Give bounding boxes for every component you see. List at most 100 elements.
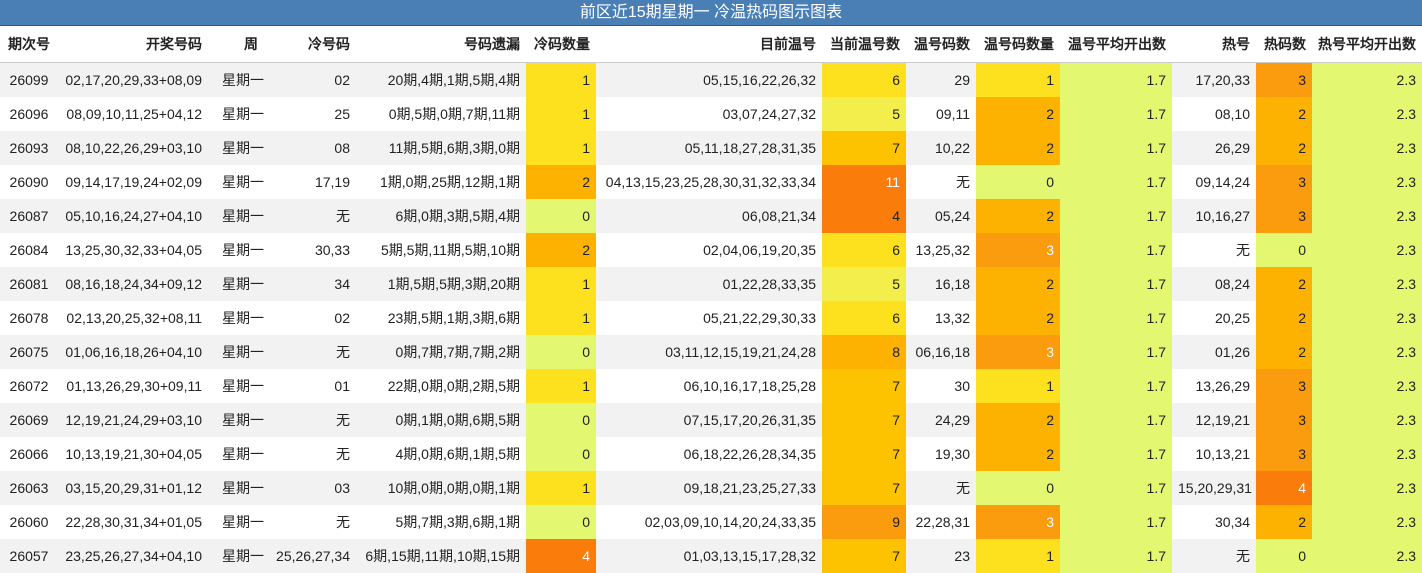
cell-hot-avg: 2.3 bbox=[1312, 539, 1422, 573]
cell-hot-numbers: 10,13,21 bbox=[1172, 437, 1256, 471]
cell-current-warm: 07,15,17,20,26,31,35 bbox=[596, 403, 822, 437]
cell-current-warm-count: 7 bbox=[822, 131, 906, 165]
header-weekday: 周 bbox=[208, 26, 264, 63]
table-row: 26081 08,16,18,24,34+09,12 星期一 34 1期,5期,5期,3… bbox=[0, 267, 1422, 301]
cell-warm-avg: 1.7 bbox=[1060, 267, 1172, 301]
cell-hot-count: 0 bbox=[1256, 233, 1312, 267]
cell-current-warm-count: 7 bbox=[822, 539, 906, 573]
cell-hot-count: 0 bbox=[1256, 539, 1312, 573]
cell-draw-numbers: 01,06,16,18,26+04,10 bbox=[58, 335, 208, 369]
cell-weekday: 星期一 bbox=[208, 369, 264, 403]
cell-hot-avg: 2.3 bbox=[1312, 505, 1422, 539]
cell-cold-count: 0 bbox=[526, 335, 596, 369]
cell-weekday: 星期一 bbox=[208, 437, 264, 471]
cell-warm-numbers: 13,25,32 bbox=[906, 233, 976, 267]
cell-current-warm-count: 6 bbox=[822, 301, 906, 335]
cell-period-no: 26084 bbox=[0, 233, 58, 267]
header-number-miss: 号码遗漏 bbox=[356, 26, 526, 63]
cell-weekday: 星期一 bbox=[208, 301, 264, 335]
cell-hot-avg: 2.3 bbox=[1312, 62, 1422, 97]
cell-draw-numbers: 02,13,20,25,32+08,11 bbox=[58, 301, 208, 335]
cell-period-no: 26060 bbox=[0, 505, 58, 539]
table-row: 26072 01,13,26,29,30+09,11 星期一 01 22期,0期,0期,… bbox=[0, 369, 1422, 403]
cell-cold-count: 1 bbox=[526, 62, 596, 97]
cell-current-warm-count: 6 bbox=[822, 233, 906, 267]
cell-warm-avg: 1.7 bbox=[1060, 471, 1172, 505]
cell-current-warm-count: 7 bbox=[822, 403, 906, 437]
cell-number-miss: 20期,4期,1期,5期,4期 bbox=[356, 62, 526, 97]
cell-warm-numbers: 29 bbox=[906, 62, 976, 97]
cell-cold-numbers: 34 bbox=[264, 267, 356, 301]
cell-hot-numbers: 20,25 bbox=[1172, 301, 1256, 335]
table-row: 26090 09,14,17,19,24+02,09 星期一 17,19 1期,0期,2… bbox=[0, 165, 1422, 199]
cell-hot-numbers: 09,14,24 bbox=[1172, 165, 1256, 199]
cell-warm-avg: 1.7 bbox=[1060, 437, 1172, 471]
cell-hot-avg: 2.3 bbox=[1312, 267, 1422, 301]
header-warm-avg: 温号平均开出数 bbox=[1060, 26, 1172, 63]
table-row: 26066 10,13,19,21,30+04,05 星期一无 4期,0期,6期,1期… bbox=[0, 437, 1422, 471]
cell-cold-numbers: 02 bbox=[264, 62, 356, 97]
cell-hot-numbers: 08,10 bbox=[1172, 97, 1256, 131]
cell-weekday: 星期一 bbox=[208, 131, 264, 165]
cell-warm-numbers: 22,28,31 bbox=[906, 505, 976, 539]
cell-cold-numbers: 无 bbox=[264, 403, 356, 437]
cell-hot-count: 2 bbox=[1256, 301, 1312, 335]
cell-current-warm: 03,11,12,15,19,21,24,28 bbox=[596, 335, 822, 369]
header-period-no: 期次号 bbox=[0, 26, 58, 63]
cell-cold-count: 2 bbox=[526, 233, 596, 267]
cell-current-warm: 06,08,21,34 bbox=[596, 199, 822, 233]
cell-warm-avg: 1.7 bbox=[1060, 403, 1172, 437]
cell-draw-numbers: 13,25,30,32,33+04,05 bbox=[58, 233, 208, 267]
header-hot-numbers: 热号 bbox=[1172, 26, 1256, 63]
table-row: 26069 12,19,21,24,29+03,10 星期一无 0期,1期,0期,6期… bbox=[0, 403, 1422, 437]
cell-number-miss: 6期,15期,11期,10期,15期 bbox=[356, 539, 526, 573]
table-body: 26099 02,17,20,29,33+08,09 星期一 02 20期,4期,1期,… bbox=[0, 62, 1422, 573]
cell-hot-count: 2 bbox=[1256, 335, 1312, 369]
header-current-warm: 目前温号 bbox=[596, 26, 822, 63]
cell-warm-numbers: 24,29 bbox=[906, 403, 976, 437]
cell-warm-numbers: 10,22 bbox=[906, 131, 976, 165]
cell-cold-numbers: 25 bbox=[264, 97, 356, 131]
cell-current-warm: 05,15,16,22,26,32 bbox=[596, 62, 822, 97]
cell-period-no: 26078 bbox=[0, 301, 58, 335]
cell-hot-avg: 2.3 bbox=[1312, 97, 1422, 131]
cell-hot-count: 2 bbox=[1256, 97, 1312, 131]
cell-weekday: 星期一 bbox=[208, 267, 264, 301]
cell-hot-numbers: 无 bbox=[1172, 539, 1256, 573]
cell-cold-count: 0 bbox=[526, 505, 596, 539]
cell-cold-numbers: 无 bbox=[264, 335, 356, 369]
cell-warm-avg: 1.7 bbox=[1060, 539, 1172, 573]
cell-period-no: 26069 bbox=[0, 403, 58, 437]
table-row: 26078 02,13,20,25,32+08,11 星期一 02 23期,5期,1期,… bbox=[0, 301, 1422, 335]
cell-hot-count: 3 bbox=[1256, 199, 1312, 233]
cell-warm-count: 1 bbox=[976, 369, 1060, 403]
cell-cold-count: 1 bbox=[526, 267, 596, 301]
cell-cold-count: 1 bbox=[526, 369, 596, 403]
cell-draw-numbers: 22,28,30,31,34+01,05 bbox=[58, 505, 208, 539]
cell-hot-avg: 2.3 bbox=[1312, 165, 1422, 199]
cell-hot-avg: 2.3 bbox=[1312, 403, 1422, 437]
cell-draw-numbers: 08,10,22,26,29+03,10 bbox=[58, 131, 208, 165]
cell-hot-count: 2 bbox=[1256, 267, 1312, 301]
cell-period-no: 26057 bbox=[0, 539, 58, 573]
cell-warm-numbers: 13,32 bbox=[906, 301, 976, 335]
cell-weekday: 星期一 bbox=[208, 199, 264, 233]
cell-number-miss: 22期,0期,0期,2期,5期 bbox=[356, 369, 526, 403]
cell-number-miss: 1期,0期,25期,12期,1期 bbox=[356, 165, 526, 199]
cell-current-warm-count: 6 bbox=[822, 62, 906, 97]
cell-draw-numbers: 08,09,10,11,25+04,12 bbox=[58, 97, 208, 131]
cell-warm-avg: 1.7 bbox=[1060, 505, 1172, 539]
cell-warm-avg: 1.7 bbox=[1060, 97, 1172, 131]
cell-hot-avg: 2.3 bbox=[1312, 131, 1422, 165]
header-warm-count: 温号码数量 bbox=[976, 26, 1060, 63]
cell-cold-count: 1 bbox=[526, 471, 596, 505]
cell-cold-numbers: 无 bbox=[264, 199, 356, 233]
cell-hot-avg: 2.3 bbox=[1312, 369, 1422, 403]
table-row: 26060 22,28,30,31,34+01,05 星期一无 5期,7期,3期,6期… bbox=[0, 505, 1422, 539]
cell-weekday: 星期一 bbox=[208, 403, 264, 437]
cell-hot-count: 4 bbox=[1256, 471, 1312, 505]
cell-current-warm-count: 5 bbox=[822, 267, 906, 301]
cell-current-warm: 06,10,16,17,18,25,28 bbox=[596, 369, 822, 403]
cell-draw-numbers: 23,25,26,27,34+04,10 bbox=[58, 539, 208, 573]
cell-weekday: 星期一 bbox=[208, 62, 264, 97]
